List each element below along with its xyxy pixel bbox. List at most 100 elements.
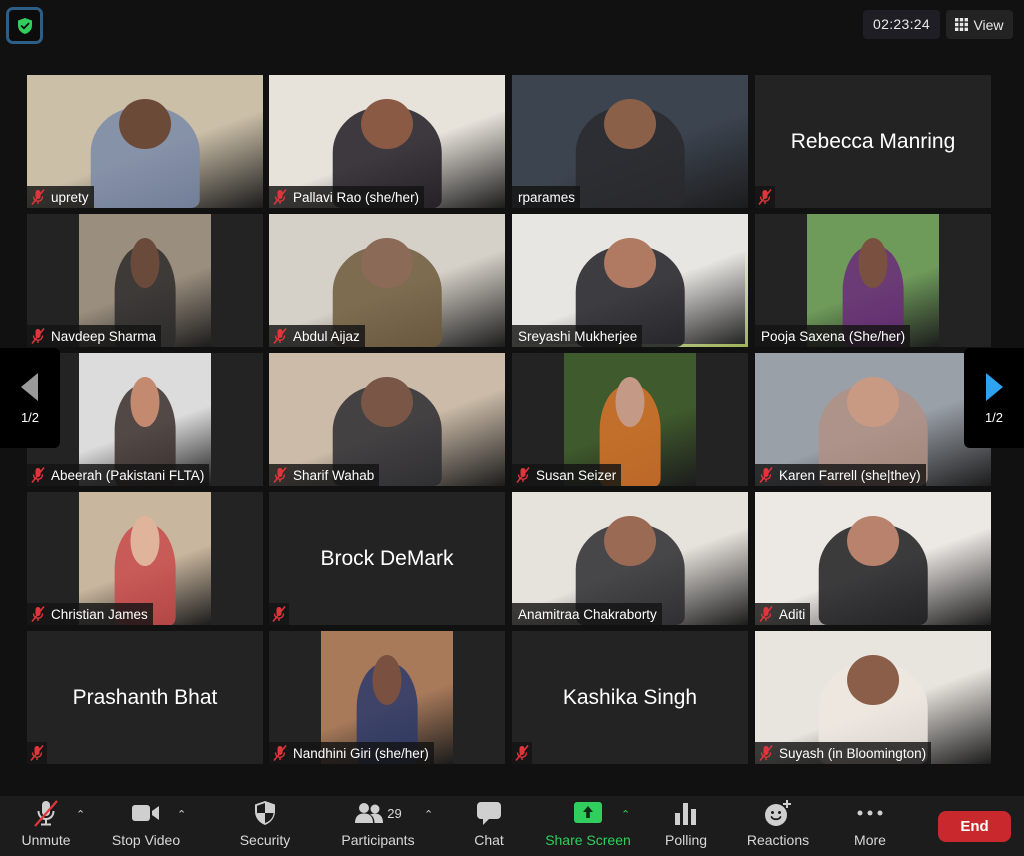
next-page-button[interactable]: 1/2 [964,348,1024,448]
chat-button[interactable]: Chat [466,796,512,856]
participant-tile[interactable]: Pooja Saxena (She/her) [755,214,991,347]
participant-name: Susan Seizer [536,467,617,483]
participant-name: Sharif Wahab [293,467,375,483]
microphone-muted-icon [31,467,45,483]
participant-name: Suyash (in Bloomington) [779,745,927,761]
view-button[interactable]: View [946,10,1013,39]
share-screen-button[interactable]: Share Screen [542,796,634,856]
shield-check-icon [17,17,32,34]
participant-tile[interactable]: Abeerah (Pakistani FLTA) [27,353,263,486]
participant-name-placeholder: Kashika Singh [562,685,698,709]
participant-name: Nandhini Giri (she/her) [293,745,429,761]
share-screen-icon [574,802,602,823]
participant-name-label: Karen Farrell (she|they) [755,464,926,486]
microphone-muted-icon [31,606,45,622]
participant-face [604,237,656,289]
microphone-muted-icon [273,467,287,483]
microphone-muted-icon [27,742,47,764]
participant-tile[interactable]: Aditi [755,492,991,625]
end-meeting-button[interactable]: End [938,811,1011,842]
microphone-muted-icon [512,742,532,764]
participant-name-label: uprety [27,186,94,208]
participant-tile[interactable]: Prashanth Bhat [27,631,263,764]
participant-face [119,98,171,150]
microphone-muted-icon [759,606,773,622]
participant-face [615,376,645,428]
security-label: Security [239,832,291,848]
participant-name-label: Anamitraa Chakraborty [512,603,662,625]
participant-tile[interactable]: Karen Farrell (she|they) [755,353,991,486]
participant-tile[interactable]: Suyash (in Bloomington) [755,631,991,764]
participant-name: Navdeep Sharma [51,328,157,344]
participant-name-label: Abeerah (Pakistani FLTA) [27,464,210,486]
participant-name-label: Pallavi Rao (she/her) [269,186,425,208]
meeting-timer: 02:23:24 [863,10,940,39]
participant-name-label: Christian James [27,603,153,625]
participant-tile[interactable]: Pallavi Rao (she/her) [269,75,505,208]
microphone-muted-icon [34,800,58,827]
microphone-muted-icon [31,189,45,205]
participant-tile[interactable]: Sharif Wahab [269,353,505,486]
participant-tile[interactable]: Susan Seizer [512,353,748,486]
participant-name-label: Pooja Saxena (She/her) [755,325,911,347]
audio-options-caret[interactable]: ⌃ [76,808,85,821]
participant-name: uprety [51,189,89,205]
grid-icon [955,18,969,31]
participant-tile[interactable]: Sreyashi Mukherjee [512,214,748,347]
previous-page-indicator: 1/2 [20,409,40,425]
participant-name-label: Sreyashi Mukherjee [512,325,643,347]
participant-face [604,98,656,150]
security-button[interactable]: Security [236,796,294,856]
participant-name: rparames [518,189,576,205]
participant-name: Abdul Aijaz [293,328,360,344]
microphone-muted-icon [516,467,530,483]
participant-tile[interactable]: uprety [27,75,263,208]
participant-tile[interactable]: Kashika Singh [512,631,748,764]
participant-name: Aditi [779,606,806,622]
participants-label: Participants [341,832,415,848]
participant-name-label: Sharif Wahab [269,464,380,486]
unmute-label: Unmute [21,832,71,848]
share-options-caret[interactable]: ⌃ [621,808,630,821]
participant-name: Karen Farrell (she|they) [779,467,921,483]
triangle-left-icon [21,372,38,401]
more-dots-icon [857,810,883,816]
participant-name: Pooja Saxena (She/her) [761,328,906,344]
share-screen-label: Share Screen [545,832,631,848]
microphone-muted-icon [273,189,287,205]
participant-tile[interactable]: Brock DeMark [269,492,505,625]
microphone-muted-icon [273,745,287,761]
stop-video-button[interactable]: Stop Video [108,796,184,856]
participants-button[interactable]: 29 Participants [336,796,420,856]
participant-name: Abeerah (Pakistani FLTA) [51,467,205,483]
participant-tile[interactable]: rparames [512,75,748,208]
participant-tile[interactable]: Anamitraa Chakraborty [512,492,748,625]
previous-page-button[interactable]: 1/2 [0,348,60,448]
participant-tile[interactable]: Nandhini Giri (she/her) [269,631,505,764]
unmute-button[interactable]: Unmute [14,796,78,856]
participants-count: 29 [387,805,402,821]
video-options-caret[interactable]: ⌃ [177,808,186,821]
microphone-muted-icon [759,745,773,761]
microphone-muted-icon [273,328,287,344]
participant-tile[interactable]: Abdul Aijaz [269,214,505,347]
polling-label: Polling [664,832,708,848]
participants-options-caret[interactable]: ⌃ [424,808,433,821]
reactions-button[interactable]: Reactions [744,796,812,856]
participant-name: Christian James [51,606,148,622]
microphone-muted-icon [759,467,773,483]
chat-label: Chat [474,832,504,848]
participant-tile[interactable]: Rebecca Manring [755,75,991,208]
participant-tile[interactable]: Christian James [27,492,263,625]
more-button[interactable]: More [848,796,892,856]
next-page-indicator: 1/2 [984,409,1004,425]
polling-button[interactable]: Polling [662,796,710,856]
participant-name: Sreyashi Mukherjee [518,328,638,344]
participant-name-placeholder: Prashanth Bhat [72,685,218,709]
participant-tile[interactable]: Navdeep Sharma [27,214,263,347]
video-camera-icon [132,805,159,821]
microphone-muted-icon [31,328,45,344]
microphone-muted-icon [755,186,775,208]
participant-name-label: Suyash (in Bloomington) [755,742,932,764]
encryption-shield-button[interactable] [6,7,43,44]
